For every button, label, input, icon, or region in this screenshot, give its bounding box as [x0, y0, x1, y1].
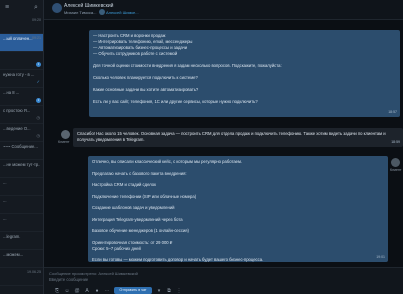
- clock-icon: ◷: [36, 115, 41, 120]
- chat-list-item-text: ~~~ Сообщение...: [3, 144, 38, 149]
- chat-header: Алексей Шимкевский Михаил Тимоса... Алек…: [44, 0, 403, 20]
- chat-list-item-text: ...: [3, 198, 7, 203]
- message-text: Спасибо! Нас около 15 человек. Основная …: [77, 131, 386, 142]
- chat-list-item-text: ...legram.: [3, 234, 21, 239]
- chat-list-item-text: ...: [3, 180, 7, 185]
- chat-list-item-text: с простою Я...: [3, 108, 31, 113]
- message-line: Если вы готовы — можем подготовить догов…: [92, 257, 264, 262]
- message-bubble-incoming: Спасибо! Нас около 15 человек. Основная …: [73, 128, 403, 147]
- message-bubble-outgoing: Отлично, вы описали классический кейс, с…: [88, 156, 388, 262]
- avatar[interactable]: [61, 130, 70, 139]
- message-time: 18:59: [391, 140, 400, 144]
- avatar: [99, 9, 105, 15]
- chat-list-item-time: 19.06.25: [27, 270, 41, 274]
- chat-list-item-time: 09:21: [32, 36, 41, 40]
- chat-contact-name[interactable]: Алексей Шимкевский: [64, 3, 113, 9]
- chat-participant-left: Михаил Тимоса...: [64, 10, 97, 15]
- unread-badge-icon: •: [36, 98, 41, 103]
- sidebar-top-bar: ≡ ⌕: [0, 0, 43, 16]
- search-icon[interactable]: ⌕: [32, 4, 40, 12]
- menu-icon[interactable]: ≡: [3, 4, 11, 12]
- chat-list-item[interactable]: 09:20: [0, 16, 43, 34]
- chat-participant-right[interactable]: Алексей Шимке...: [106, 10, 139, 15]
- unread-badge-icon: •: [36, 62, 41, 67]
- message-sender-name: Клиент: [390, 168, 402, 172]
- message-line: Есть ли у вас сайт, телефония, 1С или др…: [93, 99, 258, 104]
- chat-list-item[interactable]: ...не можем тут-тр...: [0, 160, 43, 178]
- message-input[interactable]: Введите сообщение: [49, 277, 299, 282]
- chat-list-item[interactable]: 19.06.25: [0, 268, 43, 286]
- chat-list-item[interactable]: ...ведение О... ◷: [0, 124, 43, 142]
- read-check-icon: ✓: [36, 79, 40, 84]
- more-icon[interactable]: ⋯: [104, 288, 110, 294]
- chat-list-item[interactable]: ...: [0, 214, 43, 232]
- clock-icon: ◷: [36, 133, 41, 138]
- format-icon[interactable]: A: [84, 288, 90, 294]
- chat-list-item[interactable]: ...: [0, 178, 43, 196]
- copy-icon[interactable]: ⧉: [166, 288, 172, 294]
- emoji-icon[interactable]: ☺: [64, 288, 70, 294]
- chat-list-item[interactable]: ...на 8 ... •: [0, 88, 43, 106]
- mention-icon[interactable]: @: [74, 288, 80, 294]
- avatar[interactable]: [391, 158, 400, 167]
- message-sender-name: Клиент: [58, 140, 70, 144]
- chat-list-item[interactable]: ~~~ Сообщение...: [0, 142, 43, 160]
- chevron-down-icon[interactable]: ▾: [156, 288, 162, 294]
- chat-list-item-text: ...не можем тут-тр...: [3, 162, 40, 167]
- chat-list-item[interactable]: нужна готу - в ... ✓: [0, 70, 43, 88]
- more-options-icon[interactable]: ⋮: [176, 288, 182, 294]
- chat-messages: — Настроить CRM и воронки продаж — Интег…: [44, 20, 403, 267]
- chat-list-item-text: ...можем...: [3, 252, 24, 257]
- chat-list-item[interactable]: ...можем...: [0, 250, 43, 268]
- chat-list-item-text: ...на 8 ...: [3, 90, 20, 95]
- chat-list-item-text: ...ведение О...: [3, 126, 31, 131]
- message-composer: Сообщение просмотрено: Алексей Шимкевски…: [44, 267, 403, 294]
- chat-list-item-time: 09:20: [32, 18, 41, 22]
- chat-list-item[interactable]: ...: [0, 196, 43, 214]
- chat-list-item[interactable]: ...legram.: [0, 232, 43, 250]
- chat-list-item-text: нужна готу - в ...: [3, 72, 35, 77]
- seen-status-text: Сообщение просмотрено: Алексей Шимкевски…: [49, 271, 138, 276]
- avatar[interactable]: [52, 3, 62, 13]
- record-icon[interactable]: ●: [94, 288, 100, 294]
- chat-list-item[interactable]: •: [0, 52, 43, 70]
- chat-list-item-text: ...: [3, 216, 7, 221]
- message-bubble-outgoing: — Настроить CRM и воронки продаж — Интег…: [89, 30, 400, 117]
- chat-list-sidebar: ≡ ⌕ 09:20 ...ый оплачен... 09:21 • нужна…: [0, 0, 44, 294]
- chat-list-item-active[interactable]: ...ый оплачен... 09:21: [0, 34, 43, 52]
- composer-toolbar: ⎘ ☺ @ A ● ⋯ Отправить в чат ▾ ⧉ ⋮: [54, 287, 182, 294]
- attach-icon[interactable]: ⎘: [54, 288, 60, 294]
- send-button[interactable]: Отправить в чат: [114, 287, 152, 294]
- message-time: 18:57: [388, 110, 397, 114]
- message-time: 19:01: [376, 255, 385, 259]
- chat-list-item[interactable]: с простою Я... ◷: [0, 106, 43, 124]
